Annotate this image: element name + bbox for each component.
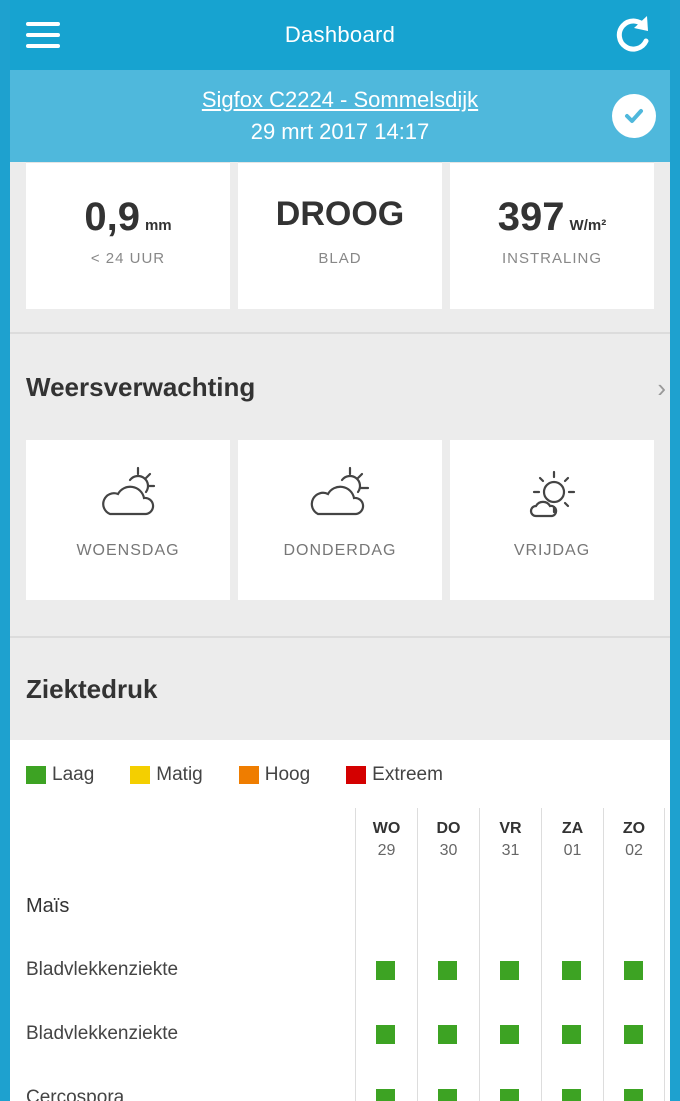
forecast-card-thursday[interactable]: DONDERDAG — [238, 440, 442, 600]
day-column: DO 30 — [417, 808, 479, 1101]
pressure-cell — [562, 961, 581, 980]
red-swatch-icon — [346, 766, 367, 784]
station-datetime: 29 mrt 2017 14:17 — [250, 119, 430, 144]
station-bar: Sigfox C2224 - Sommelsdijk 29 mrt 2017 1… — [10, 70, 670, 162]
top-bar: Dashboard — [10, 0, 670, 70]
legend-item-hoog: Hoog — [238, 764, 311, 786]
disease-row-label[interactable]: Bladvlekkenziekte — [26, 1023, 178, 1045]
legend-item-extreem: Extreem — [346, 764, 443, 786]
rain-unit: mm — [144, 217, 172, 234]
disease-row-label[interactable]: Cercospora — [26, 1087, 124, 1101]
column-day: VR — [499, 820, 522, 837]
day-column: VR 31 — [479, 808, 541, 1101]
disease-row-label[interactable]: Bladvlekkenziekte — [26, 959, 178, 981]
forecast-card-friday[interactable]: VRIJDAG — [450, 440, 654, 600]
rain-value: 0,9 — [84, 195, 140, 239]
legend: Laag Matig Hoog Extreem — [26, 764, 479, 786]
sun-cloud-icon — [529, 470, 576, 518]
pressure-cell — [562, 1089, 581, 1101]
leaf-value: DROOG — [275, 195, 405, 233]
station-link[interactable]: Sigfox C2224 - Sommelsdijk — [10, 87, 670, 113]
pressure-cell — [500, 961, 519, 980]
legend-label: Extreem — [372, 764, 443, 785]
pressure-cell — [500, 1025, 519, 1044]
chevron-right-icon[interactable]: › — [657, 373, 666, 404]
pressure-cell — [624, 961, 643, 980]
pressure-cell — [376, 1025, 395, 1044]
page-title: Dashboard — [284, 22, 396, 47]
column-day: DO — [436, 820, 461, 837]
forecast-title: Weersverwachting — [26, 371, 256, 402]
forecast-header[interactable]: Weersverwachting › — [10, 334, 670, 440]
pressure-cell — [438, 1025, 457, 1044]
legend-label: Laag — [52, 764, 95, 785]
forecast-card-wednesday[interactable]: WOENSDAG — [26, 440, 230, 600]
legend-item-matig: Matig — [130, 764, 203, 786]
yellow-swatch-icon — [130, 766, 151, 784]
leaf-label: BLAD — [318, 250, 362, 267]
pressure-cell — [438, 961, 457, 980]
pressure-cell — [500, 1089, 519, 1101]
forecast-day: DONDERDAG — [283, 542, 397, 559]
column-date: 31 — [501, 842, 520, 859]
day-column: ZA 01 — [541, 808, 603, 1101]
leaf-card: DROOG BLAD — [238, 162, 442, 309]
day-column: ZO 02 — [603, 808, 665, 1101]
refresh-icon[interactable] — [610, 12, 656, 58]
column-day: ZA — [561, 820, 584, 837]
radiation-value: 397 — [497, 195, 565, 239]
forecast-day: WOENSDAG — [76, 542, 180, 559]
pressure-cell — [376, 1089, 395, 1101]
forecast-row: WOENSDAG DONDERDAG VRIJDAG — [10, 440, 670, 636]
disease-title: Ziektedruk — [26, 673, 158, 704]
pressure-cell — [376, 961, 395, 980]
radiation-label: INSTRALING — [501, 250, 602, 267]
radiation-card: 397 W/m² INSTRALING — [450, 162, 654, 309]
app-frame: Dashboard Sigfox C2224 - Sommelsdijk 29 … — [10, 0, 670, 1101]
stats-row: 0,9 mm < 24 UUR DROOG BLAD 397 W/m² INSTRA… — [10, 162, 670, 332]
menu-icon[interactable] — [26, 22, 60, 48]
pressure-cell — [624, 1089, 643, 1101]
rain-card: 0,9 mm < 24 UUR — [26, 162, 230, 309]
column-date: 30 — [439, 842, 458, 859]
disease-table: Laag Matig Hoog Extreem WO 29 DO 30 VR 31 Z… — [10, 740, 670, 1101]
crop-label: Maïs — [26, 895, 70, 917]
column-date: 01 — [563, 842, 582, 859]
column-day: WO — [372, 820, 401, 837]
green-swatch-icon — [26, 766, 46, 784]
cloud-sun-icon — [102, 466, 156, 516]
column-day: ZO — [622, 820, 646, 837]
pressure-cell — [438, 1089, 457, 1101]
day-column: WO 29 — [355, 808, 417, 1101]
legend-item-laag: Laag — [26, 764, 94, 786]
disease-header: Ziektedruk — [10, 638, 670, 740]
radiation-unit: W/m² — [569, 217, 607, 234]
day-columns: WO 29 DO 30 VR 31 ZA 01 ZO 02 — [355, 808, 665, 1101]
forecast-day: VRIJDAG — [513, 542, 591, 559]
orange-swatch-icon — [238, 766, 259, 784]
pressure-cell — [562, 1025, 581, 1044]
legend-label: Matig — [156, 764, 203, 785]
check-icon — [612, 94, 656, 138]
column-date: 29 — [377, 842, 396, 859]
pressure-cell — [624, 1025, 643, 1044]
cloud-sun-icon — [310, 466, 370, 516]
column-date: 02 — [625, 842, 643, 859]
rain-label: < 24 UUR — [90, 250, 166, 267]
legend-label: Hoog — [264, 764, 311, 785]
